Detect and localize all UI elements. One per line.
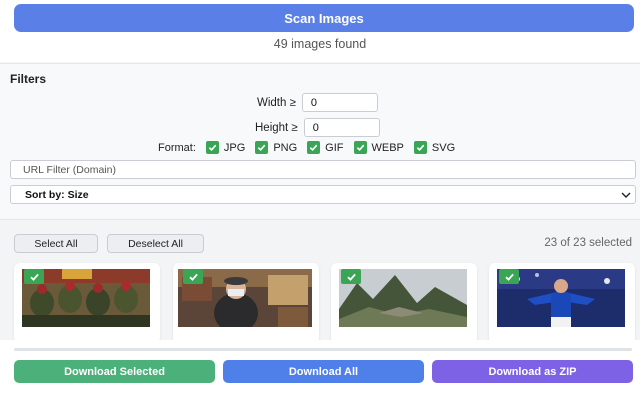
height-label: Height ≥ <box>255 121 298 134</box>
checkmark-icon <box>307 141 321 154</box>
selected-count-text: 23 of 23 selected <box>544 237 632 249</box>
format-filter-row: Format: JPG PNG GIF WEBP SVG <box>158 141 455 154</box>
selected-checkbox[interactable] <box>341 269 361 284</box>
url-filter-input[interactable] <box>10 160 636 179</box>
format-label: Format: <box>158 141 196 154</box>
image-card[interactable] <box>14 263 160 343</box>
format-jpg-checkbox[interactable]: JPG <box>205 141 246 154</box>
download-all-button[interactable]: Download All <box>223 360 424 383</box>
filters-panel: Filters Width ≥ Height ≥ Format: JPG PNG… <box>0 63 640 218</box>
image-card[interactable] <box>173 263 319 343</box>
checkmark-icon <box>353 141 367 154</box>
images-found-text: 49 images found <box>273 37 367 51</box>
checkmark-icon <box>255 141 269 154</box>
sort-select[interactable]: Sort by: Size <box>10 185 636 204</box>
width-input[interactable] <box>301 93 378 112</box>
width-label: Width ≥ <box>257 96 296 109</box>
scan-images-button[interactable]: Scan Images <box>14 4 634 32</box>
format-png-checkbox[interactable]: PNG <box>255 141 297 154</box>
format-svg-label: SVG <box>431 141 456 154</box>
download-zip-button[interactable]: Download as ZIP <box>432 360 633 383</box>
height-input[interactable] <box>303 118 380 137</box>
select-all-button[interactable]: Select All <box>14 234 98 253</box>
image-card[interactable] <box>331 263 477 343</box>
download-bar: Download Selected Download All Download … <box>0 340 640 400</box>
deselect-all-button[interactable]: Deselect All <box>107 234 204 253</box>
selected-checkbox[interactable] <box>24 269 44 284</box>
selected-checkbox[interactable] <box>183 269 203 284</box>
width-filter-row: Width ≥ <box>257 93 378 112</box>
scan-section: Scan Images 49 images found <box>0 0 640 62</box>
image-grid-section: Select All Deselect All 23 of 23 selecte… <box>0 219 640 343</box>
format-webp-label: WEBP <box>371 141 404 154</box>
height-filter-row: Height ≥ <box>255 118 380 137</box>
format-png-label: PNG <box>273 141 298 154</box>
divider <box>14 348 632 351</box>
sort-label: Sort by: Size <box>25 188 89 201</box>
filters-title: Filters <box>10 72 47 86</box>
format-gif-label: GIF <box>325 141 344 154</box>
checkmark-icon <box>205 141 219 154</box>
chevron-down-icon <box>620 189 632 204</box>
format-jpg-label: JPG <box>223 141 246 154</box>
image-card[interactable] <box>489 263 635 343</box>
selected-checkbox[interactable] <box>499 269 519 284</box>
format-gif-checkbox[interactable]: GIF <box>307 141 344 154</box>
format-webp-checkbox[interactable]: WEBP <box>353 141 404 154</box>
format-svg-checkbox[interactable]: SVG <box>413 141 456 154</box>
download-selected-button[interactable]: Download Selected <box>14 360 215 383</box>
checkmark-icon <box>413 141 427 154</box>
